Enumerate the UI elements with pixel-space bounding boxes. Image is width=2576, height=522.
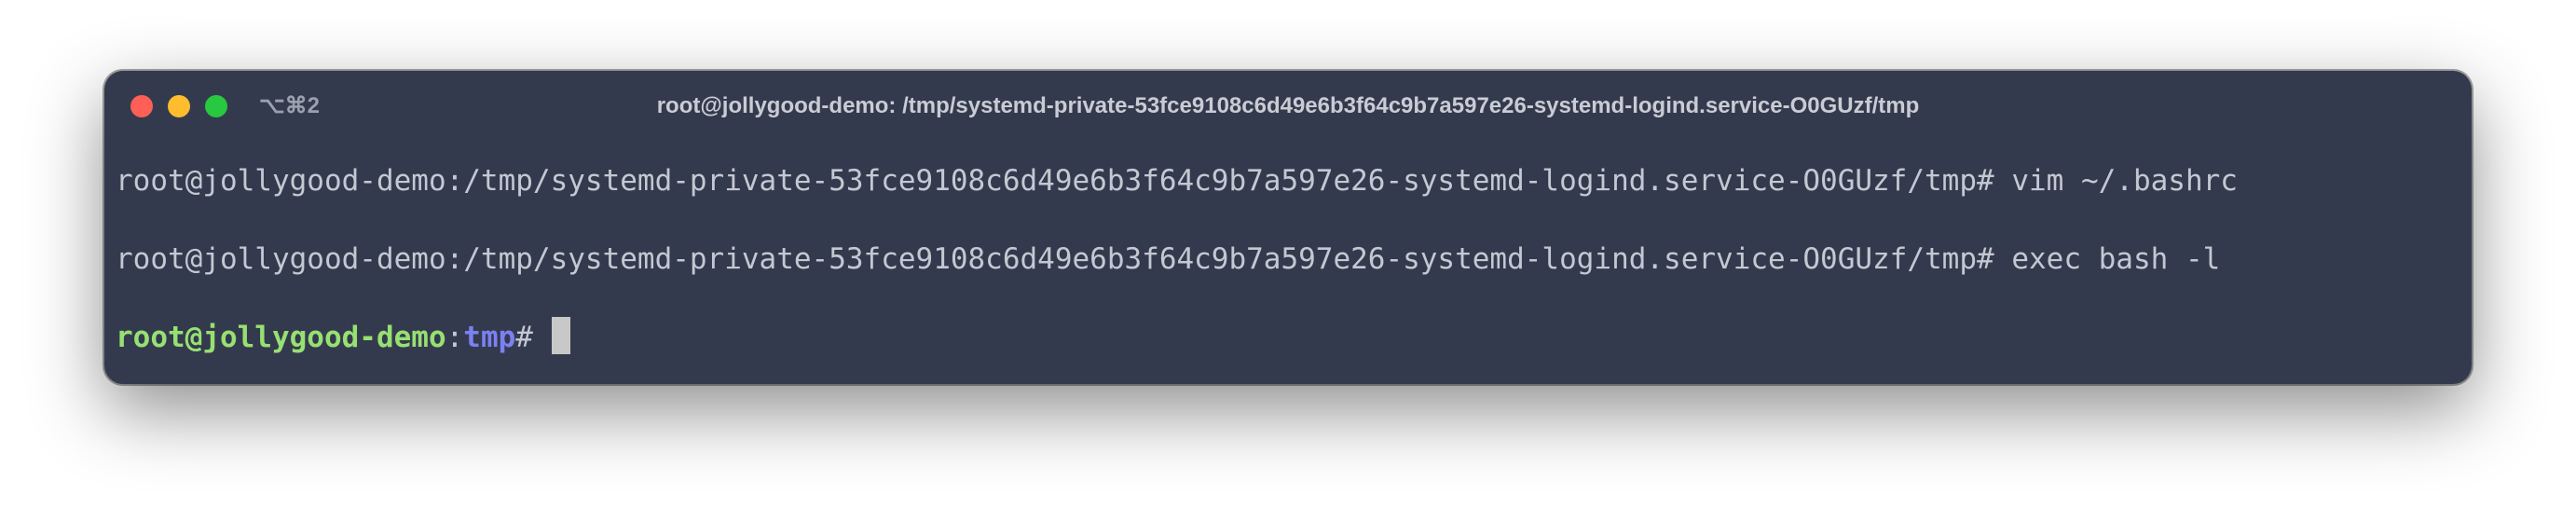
terminal-line: root@jollygood-demo:/tmp/systemd-private… <box>116 164 2238 198</box>
terminal-prompt-line: root@jollygood-demo:tmp# <box>116 298 570 377</box>
terminal-line: root@jollygood-demo:/tmp/systemd-private… <box>116 242 2221 276</box>
window-title: root@jollygood-demo: /tmp/systemd-privat… <box>656 93 1920 118</box>
text-cursor <box>551 317 570 354</box>
terminal-window: ⌥⌘2 root@jollygood-demo: /tmp/systemd-pr… <box>104 71 2472 384</box>
terminal-output[interactable]: root@jollygood-demo:/tmp/systemd-private… <box>116 160 2460 354</box>
prompt-separator: : <box>445 321 464 354</box>
prompt-directory: tmp <box>463 321 516 354</box>
prompt-symbol: # <box>515 321 533 354</box>
prompt-user-host: root@jollygood-demo <box>116 321 446 354</box>
title-bar[interactable]: ⌥⌘2 root@jollygood-demo: /tmp/systemd-pr… <box>104 71 2472 142</box>
